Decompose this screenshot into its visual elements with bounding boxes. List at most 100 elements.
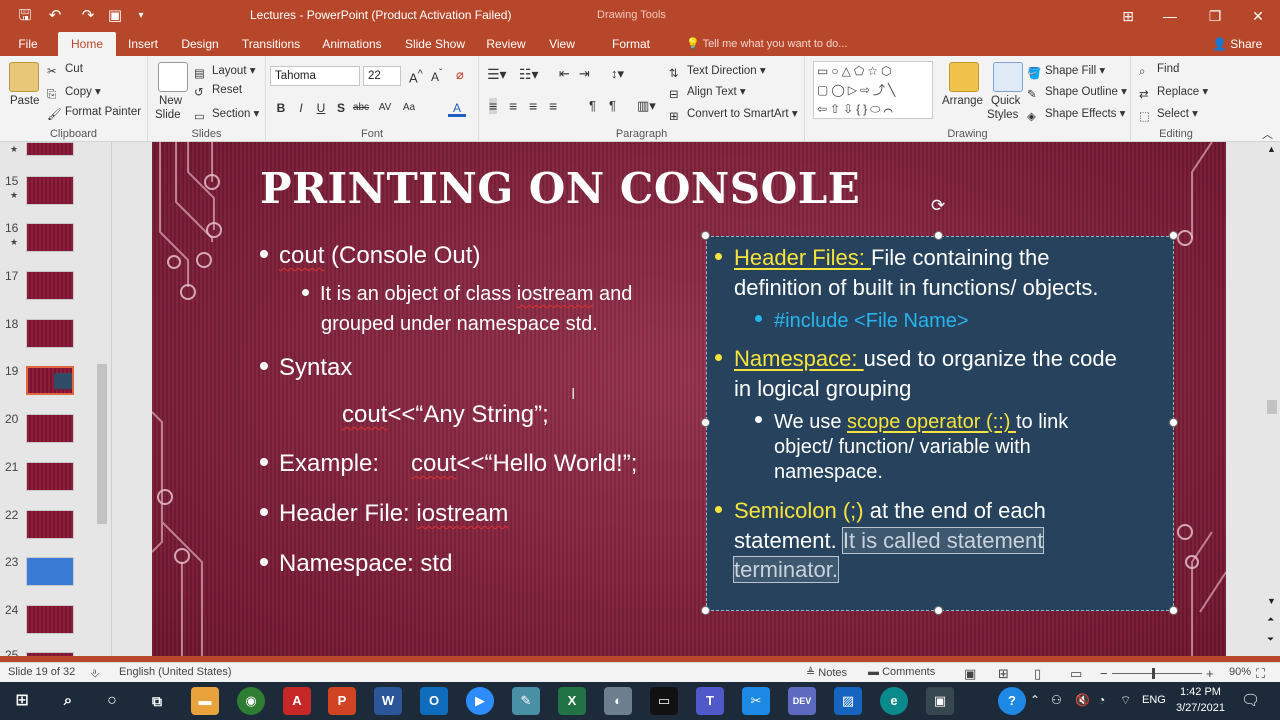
new-slide-button-line2[interactable]: Slide [155, 109, 181, 121]
windows-start-icon[interactable]: ⊞ [8, 687, 36, 715]
minimize-button[interactable]: — [1150, 4, 1190, 28]
restore-button[interactable]: ❐ [1195, 4, 1235, 28]
strikethrough-icon[interactable]: abc [352, 99, 370, 117]
resize-handle-top-left[interactable] [701, 231, 710, 240]
zoom-slider[interactable] [1112, 668, 1202, 679]
volume-muted-icon[interactable]: 🔇 [1075, 693, 1090, 707]
clock-date[interactable]: 3/27/2021 [1176, 702, 1225, 714]
acrobat-icon[interactable]: A [283, 687, 311, 715]
photos-icon[interactable]: ▨ [834, 687, 862, 715]
replace-button[interactable]: ⇄ Replace ▾ [1139, 84, 1208, 101]
notes-button[interactable]: ≜ Notes [806, 666, 847, 679]
decrease-indent-icon[interactable]: ⇤ [559, 66, 570, 82]
word-icon[interactable]: W [374, 687, 402, 715]
zoom-out-icon[interactable]: − [1100, 666, 1108, 681]
help-icon[interactable]: ? [998, 687, 1026, 715]
tab-insert[interactable]: Insert [122, 32, 164, 56]
align-center-icon[interactable]: ≡ [509, 98, 517, 114]
new-slide-button[interactable]: New [159, 95, 182, 107]
task-view-icon[interactable]: ⧉ [143, 687, 171, 715]
resize-handle-top-right[interactable] [1169, 231, 1178, 240]
ribbon-display-options-icon[interactable]: ⊞ [1108, 4, 1148, 28]
zoom-level[interactable]: 90% [1229, 666, 1251, 678]
slide-show-icon[interactable]: ▭ [1070, 666, 1082, 682]
paste-icon[interactable] [9, 62, 39, 92]
tab-file[interactable]: File [8, 32, 48, 56]
app-window-icon[interactable]: ▣ [926, 687, 954, 715]
scroll-down-icon[interactable]: ▼ [1267, 596, 1276, 606]
text-direction-rtl-icon[interactable]: ¶ [609, 98, 616, 113]
people-icon[interactable]: ⚇ [1051, 693, 1062, 707]
start-from-beginning-icon[interactable]: ▣ [104, 6, 126, 26]
dev-cpp-icon[interactable]: DEV [788, 687, 816, 715]
arrange-button[interactable]: Arrange [942, 95, 983, 107]
numbering-icon[interactable]: ☷▾ [519, 66, 539, 83]
slide-thumbnail-21[interactable] [26, 462, 74, 491]
clear-formatting-icon[interactable]: ⌀ [456, 67, 464, 83]
slide-thumbnail-24[interactable] [26, 605, 74, 634]
comments-button[interactable]: ▬ Comments [868, 666, 935, 678]
notepad-icon[interactable]: ✎ [512, 687, 540, 715]
align-left-icon[interactable]: ≡ [489, 98, 498, 114]
resize-handle-bottom-right[interactable] [1169, 606, 1178, 615]
slide-thumbnail-17[interactable] [26, 271, 74, 300]
collapse-ribbon-icon[interactable]: ︿ [1262, 126, 1273, 142]
tell-me-box[interactable]: 💡 Tell me what you want to do... [686, 37, 847, 50]
paste-button[interactable]: Paste [10, 95, 39, 107]
tab-review[interactable]: Review [482, 32, 530, 56]
file-explorer-icon[interactable]: ▬ [191, 687, 219, 715]
convert-to-smartart-button[interactable]: ⊞ Convert to SmartArt ▾ [669, 106, 798, 123]
input-language[interactable]: ENG [1142, 694, 1166, 706]
network-icon[interactable]: ◔ [1098, 693, 1105, 707]
layout-button[interactable]: ▤ Layout ▾ [194, 63, 256, 80]
thumbnails-scrollbar[interactable] [95, 142, 109, 656]
share-button[interactable]: 👤 Share [1212, 37, 1262, 51]
text-direction-ltr-icon[interactable]: ¶ [589, 98, 596, 113]
slide-thumbnail-18[interactable] [26, 319, 74, 348]
quick-styles-icon[interactable] [993, 62, 1023, 92]
redo-icon[interactable]: ↷ [77, 6, 99, 26]
slide-title[interactable]: PRINTING ON CONSOLE [260, 164, 860, 213]
shape-fill-button[interactable]: 🪣 Shape Fill ▾ [1027, 63, 1105, 80]
resize-handle-top[interactable] [934, 231, 943, 240]
text-shadow-icon[interactable]: S [332, 99, 350, 117]
cut-button[interactable]: ✂ Cut [47, 63, 83, 78]
resize-handle-left[interactable] [701, 418, 710, 427]
selected-text[interactable]: It is called statement [841, 527, 1045, 554]
tab-design[interactable]: Design [176, 32, 224, 56]
slide-thumbnail-20[interactable] [26, 414, 74, 443]
scroll-up-icon[interactable]: ▲ [1267, 144, 1276, 154]
align-text-button[interactable]: ⊟ Align Text ▾ [669, 84, 746, 101]
paint-icon[interactable]: ◐ [604, 687, 632, 715]
slide-thumbnail-22[interactable] [26, 510, 74, 539]
character-spacing-icon[interactable]: AV [376, 99, 394, 117]
powerpoint-icon[interactable]: P [328, 687, 356, 715]
columns-icon[interactable]: ▥▾ [637, 98, 656, 114]
font-name-select[interactable]: Tahoma [270, 66, 360, 86]
zoom-in-icon[interactable]: + [1206, 666, 1214, 681]
slide-thumbnail-15[interactable] [26, 176, 74, 205]
copy-button[interactable]: ⎘ Copy ▾ [47, 84, 101, 103]
tray-chevron-icon[interactable]: ⌃ [1030, 693, 1040, 707]
zoom-slider-thumb[interactable] [1152, 668, 1155, 679]
search-icon[interactable]: ⌕ [54, 687, 82, 715]
font-color-icon[interactable]: A [448, 99, 466, 117]
slide-sorter-icon[interactable]: ⊞ [998, 666, 1009, 682]
new-slide-icon[interactable] [158, 62, 188, 92]
edge-icon[interactable]: e [880, 687, 908, 715]
cortana-icon[interactable]: ○ [98, 687, 126, 715]
excel-icon[interactable]: X [558, 687, 586, 715]
spell-check-icon[interactable]: ⎀ [90, 666, 100, 681]
chrome-icon[interactable]: ◉ [237, 687, 265, 715]
format-painter-button[interactable]: 🖌 Format Painter [47, 106, 141, 121]
fit-slide-icon[interactable]: ⛶ [1256, 666, 1265, 682]
editor-scroll-thumb[interactable] [1267, 400, 1277, 414]
close-button[interactable]: ✕ [1238, 4, 1278, 28]
teams-icon[interactable]: T [696, 687, 724, 715]
quick-styles-button-line2[interactable]: Styles [987, 109, 1018, 121]
reading-view-icon[interactable]: ▯ [1034, 666, 1041, 682]
bullets-icon[interactable]: ☰▾ [487, 66, 507, 83]
slide-thumbnail-23[interactable] [26, 557, 74, 586]
thumbnails-scroll-thumb[interactable] [97, 364, 107, 524]
tab-format[interactable]: Format [607, 32, 655, 56]
